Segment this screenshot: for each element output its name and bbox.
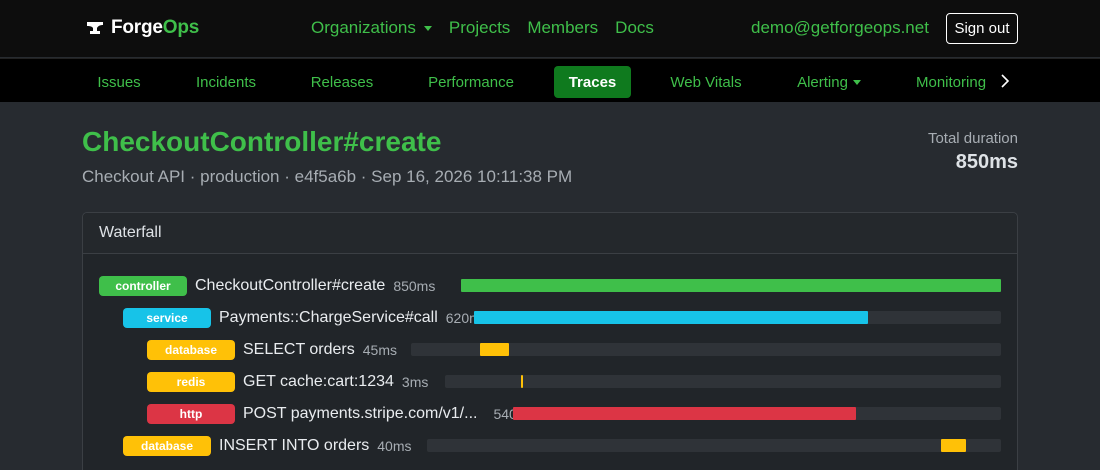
nav-projects[interactable]: Projects	[449, 18, 510, 38]
span-type-badge: database	[123, 436, 211, 456]
main-nav: Organizations Projects Members Docs	[311, 18, 671, 38]
span-track	[461, 279, 1001, 292]
waterfall-card: Waterfall controller CheckoutController#…	[82, 212, 1018, 470]
trace-meta: Checkout API · production · e4f5a6b · Se…	[82, 167, 573, 186]
span-row[interactable]: controller CheckoutController#create 850…	[99, 275, 435, 297]
page-title: CheckoutController#create	[82, 126, 442, 157]
span-name: GET cache:cart:1234	[243, 373, 394, 390]
span-row[interactable]: service Payments::ChargeService#call 620…	[123, 307, 488, 329]
span-name: POST payments.stripe.com/v1/...	[243, 405, 478, 422]
sign-out-button[interactable]: Sign out	[946, 13, 1018, 44]
total-duration-label: Total duration	[927, 130, 1018, 147]
brand-name: ForgeOps	[111, 17, 200, 38]
top-navbar: ForgeOps Organizations Projects Members …	[0, 0, 1100, 57]
span-track	[445, 375, 1001, 388]
span-type-badge: controller	[99, 276, 187, 296]
span-row[interactable]: redis GET cache:cart:1234 3ms	[147, 371, 428, 393]
span-bar[interactable]	[461, 279, 1001, 292]
span-bar[interactable]	[473, 311, 868, 324]
span-name: SELECT orders	[243, 341, 355, 358]
user-email[interactable]: demo@getforgeops.net	[751, 18, 929, 38]
tab-traces[interactable]: Traces	[554, 66, 631, 98]
span-bar[interactable]	[940, 439, 967, 452]
span-name: CheckoutController#create	[195, 277, 386, 294]
span-type-badge: redis	[147, 372, 235, 392]
span-track	[427, 439, 1001, 452]
tab-alerting[interactable]: Alerting	[784, 66, 874, 98]
anvil-icon	[87, 22, 103, 34]
nav-members[interactable]: Members	[527, 18, 598, 38]
span-row[interactable]: http POST payments.stripe.com/v1/... 540…	[147, 403, 535, 425]
span-name: Payments::ChargeService#call	[219, 309, 438, 326]
brand-logo[interactable]: ForgeOps	[84, 17, 199, 39]
tab-issues[interactable]: Issues	[84, 66, 154, 98]
span-bar[interactable]	[513, 407, 857, 420]
span-track	[513, 407, 1001, 420]
span-duration: 40ms	[377, 438, 412, 454]
span-track	[411, 343, 1001, 356]
span-type-badge: http	[147, 404, 235, 424]
span-duration: 3ms	[401, 374, 429, 390]
span-row[interactable]: database INSERT INTO orders 40ms	[123, 435, 412, 457]
span-duration: 850ms	[393, 278, 436, 294]
span-type-badge: database	[147, 340, 235, 360]
tab-performance[interactable]: Performance	[415, 66, 527, 98]
tab-releases[interactable]: Releases	[300, 66, 384, 98]
tab-monitoring[interactable]: Monitoring	[906, 66, 994, 98]
caret-down-icon	[852, 79, 861, 85]
caret-down-icon	[423, 25, 432, 31]
total-duration-value: 850ms	[955, 151, 1018, 173]
tab-incidents[interactable]: Incidents	[184, 66, 268, 98]
span-duration: 45ms	[362, 342, 397, 358]
nav-organizations[interactable]: Organizations	[311, 18, 432, 38]
sub-navbar: Issues Incidents Releases Performance Tr…	[0, 58, 1100, 102]
span-bar[interactable]	[480, 343, 509, 356]
span-name: INSERT INTO orders	[219, 437, 370, 454]
span-track	[473, 311, 1001, 324]
chevron-right-icon[interactable]	[998, 71, 1012, 91]
tab-web-vitals[interactable]: Web Vitals	[660, 66, 752, 98]
span-type-badge: service	[123, 308, 211, 328]
waterfall-title: Waterfall	[83, 213, 1017, 254]
span-bar[interactable]	[520, 375, 523, 388]
nav-docs[interactable]: Docs	[615, 18, 654, 38]
span-row[interactable]: database SELECT orders 45ms	[147, 339, 397, 361]
